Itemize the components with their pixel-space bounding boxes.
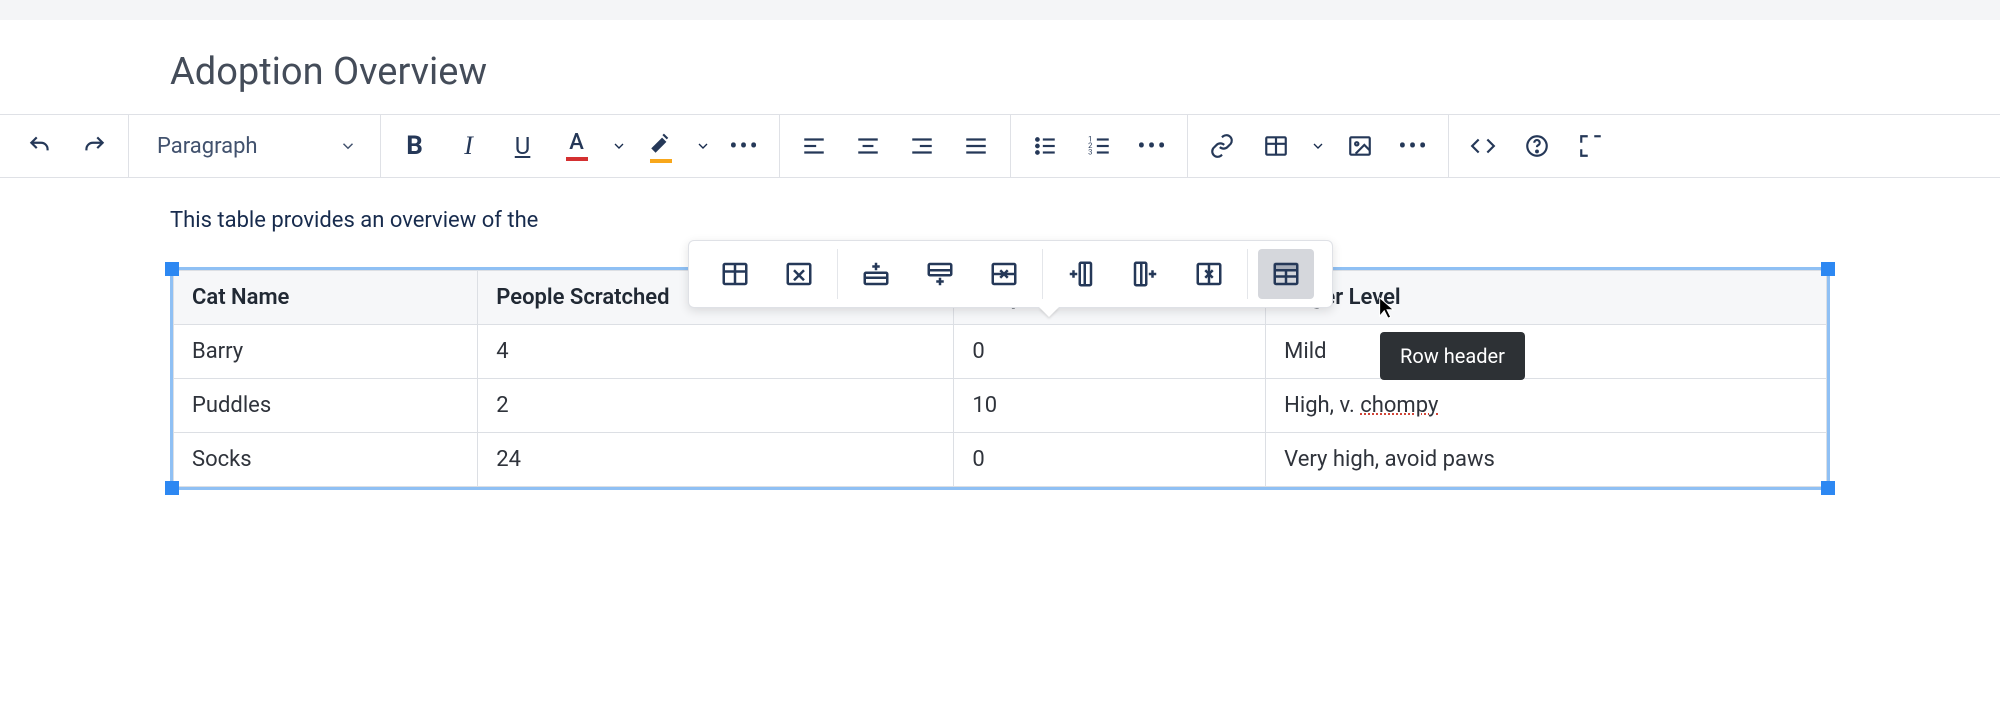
list-group: 123 ••• bbox=[1011, 115, 1188, 177]
delete-col-button[interactable] bbox=[1181, 249, 1237, 299]
cell[interactable]: 4 bbox=[478, 325, 954, 379]
chevron-down-icon bbox=[338, 137, 358, 155]
paragraph-style-label: Paragraph bbox=[157, 134, 258, 159]
table-row: Puddles 2 10 High, v. chompy bbox=[174, 379, 1827, 433]
text-color-icon: A bbox=[566, 132, 588, 161]
paragraph-style-select[interactable]: Paragraph bbox=[141, 134, 368, 159]
more-format-button[interactable]: ••• bbox=[723, 124, 767, 168]
align-right-button[interactable] bbox=[900, 124, 944, 168]
fullscreen-button[interactable] bbox=[1569, 124, 1613, 168]
cell[interactable]: Mild bbox=[1266, 325, 1827, 379]
cell[interactable]: Puddles bbox=[174, 379, 478, 433]
page-title[interactable]: Adoption Overview bbox=[170, 50, 1830, 94]
insert-col-left-button[interactable] bbox=[1053, 249, 1109, 299]
resize-handle-bottom-left[interactable] bbox=[165, 481, 179, 495]
cell[interactable]: 0 bbox=[954, 433, 1266, 487]
text-color-chevron[interactable] bbox=[609, 138, 629, 154]
delete-row-button[interactable] bbox=[976, 249, 1032, 299]
italic-button[interactable]: I bbox=[447, 124, 491, 168]
more-list-button[interactable]: ••• bbox=[1131, 124, 1175, 168]
cell[interactable]: 10 bbox=[954, 379, 1266, 433]
insert-row-below-button[interactable] bbox=[912, 249, 968, 299]
numbered-list-button[interactable]: 123 bbox=[1077, 124, 1121, 168]
source-code-button[interactable] bbox=[1461, 124, 1505, 168]
insert-row-above-button[interactable] bbox=[848, 249, 904, 299]
align-center-button[interactable] bbox=[846, 124, 890, 168]
table-context-toolbar bbox=[688, 240, 1333, 308]
tooltip: Row header bbox=[1380, 332, 1525, 380]
underline-icon: U bbox=[515, 132, 531, 160]
redo-button[interactable] bbox=[72, 124, 116, 168]
table-body: Barry 4 0 Mild Puddles 2 10 High, v. cho… bbox=[174, 325, 1827, 487]
col-header-anger-level[interactable]: Anger Level bbox=[1266, 271, 1827, 325]
table-row: Barry 4 0 Mild bbox=[174, 325, 1827, 379]
help-button[interactable] bbox=[1515, 124, 1559, 168]
highlight-icon bbox=[648, 130, 674, 163]
cell[interactable]: Socks bbox=[174, 433, 478, 487]
cell[interactable]: Very high, avoid paws bbox=[1266, 433, 1827, 487]
style-group: Paragraph bbox=[129, 115, 381, 177]
ft-group-cols bbox=[1043, 249, 1248, 299]
undo-button[interactable] bbox=[18, 124, 62, 168]
delete-table-button[interactable] bbox=[771, 249, 827, 299]
resize-handle-top-right[interactable] bbox=[1821, 262, 1835, 276]
table-chevron[interactable] bbox=[1308, 138, 1328, 154]
insert-col-right-button[interactable] bbox=[1117, 249, 1173, 299]
editor-content[interactable]: This table provides an overview of the C… bbox=[0, 178, 2000, 520]
misc-group bbox=[1449, 115, 1625, 177]
editor-toolbar: Paragraph B I U A ••• bbox=[0, 114, 2000, 178]
ft-group-table bbox=[697, 249, 838, 299]
bold-icon: B bbox=[406, 131, 423, 161]
format-group: B I U A ••• bbox=[381, 115, 780, 177]
cell[interactable]: Barry bbox=[174, 325, 478, 379]
text-color-button[interactable]: A bbox=[555, 124, 599, 168]
history-group bbox=[6, 115, 129, 177]
italic-icon: I bbox=[464, 131, 473, 161]
title-area: Adoption Overview bbox=[0, 20, 2000, 114]
svg-text:3: 3 bbox=[1088, 148, 1092, 157]
col-header-cat-name[interactable]: Cat Name bbox=[174, 271, 478, 325]
resize-handle-top-left[interactable] bbox=[165, 262, 179, 276]
align-group bbox=[780, 115, 1011, 177]
spellcheck-word: chompy bbox=[1360, 393, 1438, 418]
body-paragraph[interactable]: This table provides an overview of the bbox=[170, 208, 1830, 233]
table-button[interactable] bbox=[1254, 124, 1298, 168]
bullet-list-button[interactable] bbox=[1023, 124, 1067, 168]
highlight-button[interactable] bbox=[639, 124, 683, 168]
highlight-chevron[interactable] bbox=[693, 138, 713, 154]
link-button[interactable] bbox=[1200, 124, 1244, 168]
more-insert-button[interactable]: ••• bbox=[1392, 124, 1436, 168]
cell[interactable]: 2 bbox=[478, 379, 954, 433]
app-top-bar bbox=[0, 0, 2000, 20]
resize-handle-bottom-right[interactable] bbox=[1821, 481, 1835, 495]
underline-button[interactable]: U bbox=[501, 124, 545, 168]
image-button[interactable] bbox=[1338, 124, 1382, 168]
table-properties-button[interactable] bbox=[707, 249, 763, 299]
cell[interactable]: 24 bbox=[478, 433, 954, 487]
cell[interactable]: High, v. chompy bbox=[1266, 379, 1827, 433]
ft-group-rows bbox=[838, 249, 1043, 299]
cell-text: High, v. bbox=[1284, 393, 1360, 418]
insert-group: ••• bbox=[1188, 115, 1449, 177]
row-header-button[interactable] bbox=[1258, 249, 1314, 299]
table-row: Socks 24 0 Very high, avoid paws bbox=[174, 433, 1827, 487]
ft-group-header bbox=[1248, 249, 1324, 299]
align-left-button[interactable] bbox=[792, 124, 836, 168]
align-justify-button[interactable] bbox=[954, 124, 998, 168]
cell[interactable]: 0 bbox=[954, 325, 1266, 379]
bold-button[interactable]: B bbox=[393, 124, 437, 168]
